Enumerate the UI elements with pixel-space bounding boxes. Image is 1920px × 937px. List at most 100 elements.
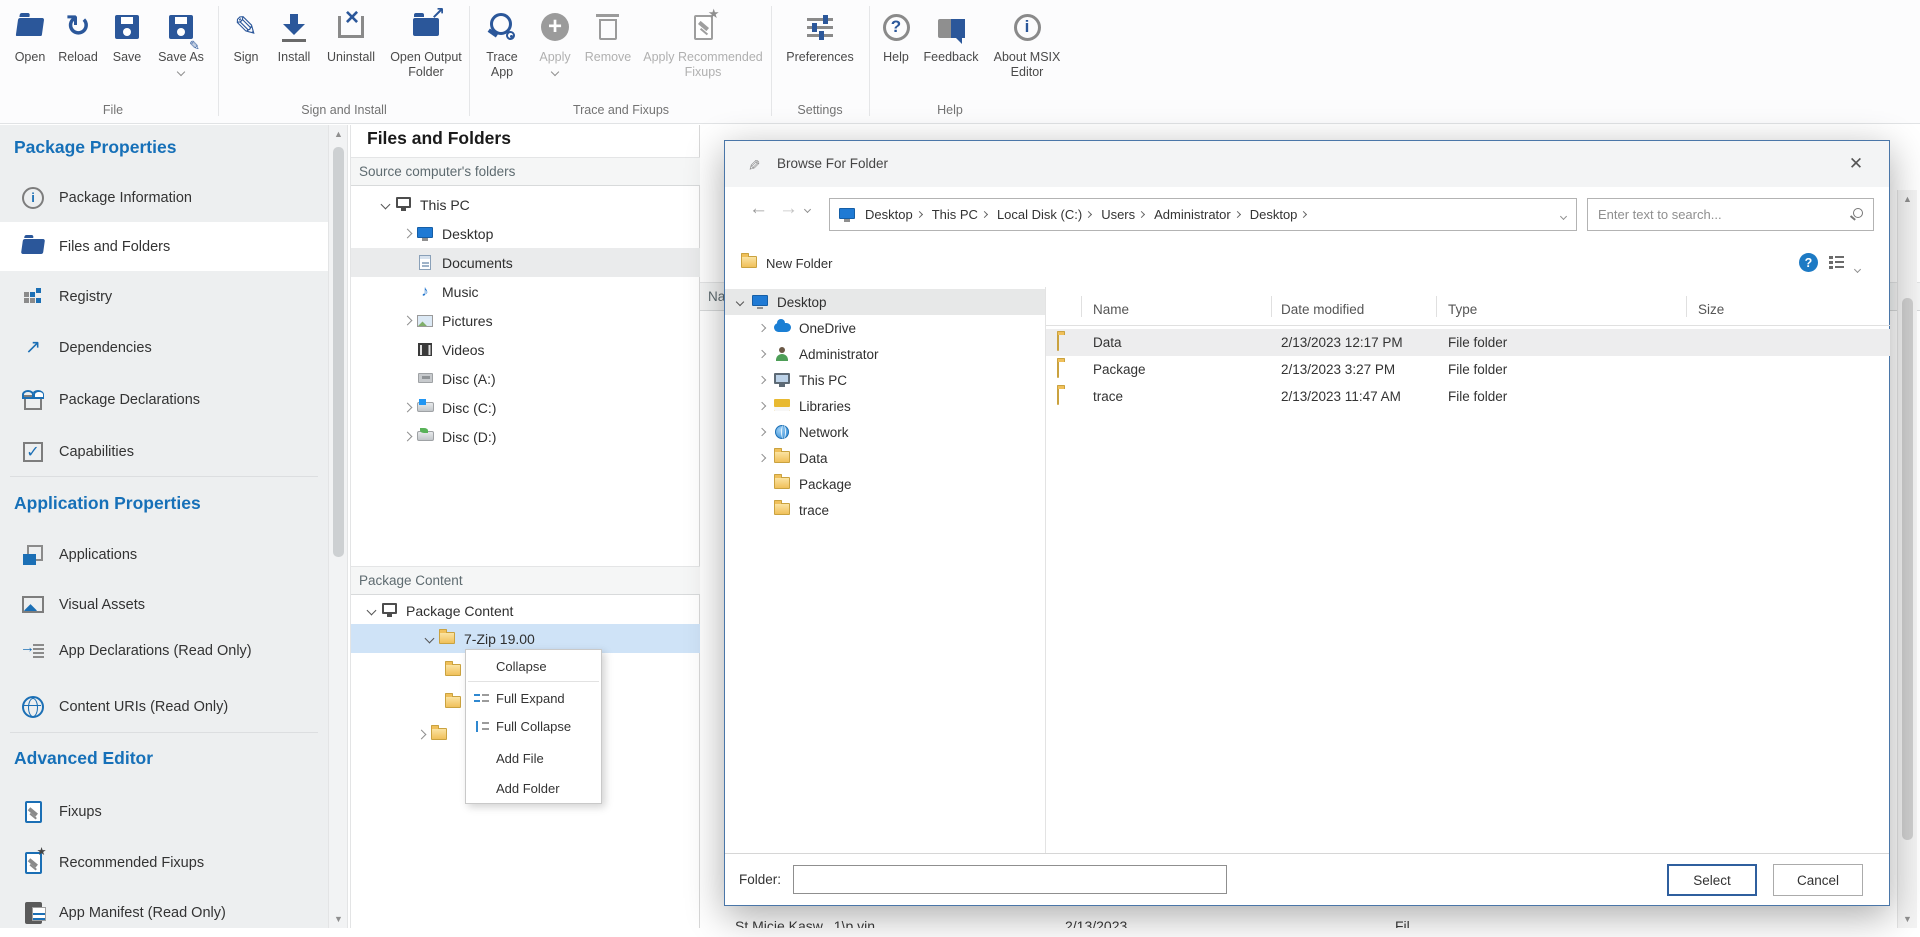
chevron-right-icon[interactable] (402, 229, 412, 239)
open-output-folder-button[interactable]: Open Output Folder (384, 4, 468, 100)
about-msix-editor-button[interactable]: i About MSIX Editor (984, 4, 1070, 100)
save-as-dropdown-icon[interactable] (177, 68, 185, 76)
forward-arrow-icon[interactable]: → (779, 187, 798, 231)
menu-item-full-collapse[interactable]: Full Collapse (466, 713, 601, 739)
dialog-tree-network[interactable]: Network (725, 419, 1045, 445)
apply-recommended-fixups-button[interactable]: ★ Apply Recommended Fixups (638, 4, 768, 100)
tree-item-videos[interactable]: Videos (351, 335, 700, 364)
breadcrumb-separator-icon[interactable] (916, 211, 923, 218)
dialog-tree-data[interactable]: Data (725, 445, 1045, 471)
folder-input[interactable] (793, 865, 1227, 894)
dialog-titlebar[interactable]: ✎ Browse For Folder ✕ (725, 141, 1889, 187)
menu-item-add-folder[interactable]: Add Folder (466, 775, 601, 801)
cancel-button[interactable]: Cancel (1773, 864, 1863, 896)
tree-item-disc-c[interactable]: Disc (C:) (351, 393, 700, 422)
apply-dropdown-icon[interactable] (551, 68, 559, 76)
scroll-up-icon[interactable]: ▲ (1903, 194, 1912, 204)
breadcrumb-desktop-leaf[interactable]: Desktop (1250, 207, 1298, 222)
chevron-down-icon[interactable] (366, 606, 376, 616)
feedback-button[interactable]: Feedback (920, 4, 982, 100)
uninstall-button[interactable]: Uninstall (320, 4, 382, 100)
breadcrumb-separator-icon[interactable] (981, 211, 988, 218)
reload-button[interactable]: ↻ Reload (54, 4, 102, 100)
sidebar-item-applications[interactable]: Applications (0, 530, 328, 579)
chevron-right-icon[interactable] (758, 324, 766, 332)
scrollbar-thumb[interactable] (333, 147, 344, 557)
help-button[interactable]: ? Help (874, 4, 918, 100)
breadcrumb-separator-icon[interactable] (1138, 211, 1145, 218)
menu-item-collapse[interactable]: Collapse (466, 653, 601, 679)
column-header-size[interactable]: Size (1698, 296, 1724, 324)
tree-item-documents[interactable]: Documents (351, 248, 700, 277)
scroll-up-icon[interactable]: ▲ (334, 129, 343, 139)
breadcrumb-this-pc[interactable]: This PC (932, 207, 978, 222)
column-divider[interactable] (1436, 296, 1437, 317)
sidebar-item-registry[interactable]: Registry (0, 272, 328, 321)
sidebar-item-app-manifest[interactable]: App Manifest (Read Only) (0, 888, 328, 937)
dialog-tree-this-pc[interactable]: This PC (725, 367, 1045, 393)
save-button[interactable]: Save (104, 4, 150, 100)
dialog-tree-libraries[interactable]: Libraries (725, 393, 1045, 419)
install-button[interactable]: Install (270, 4, 318, 100)
chevron-right-icon[interactable] (758, 402, 766, 410)
breadcrumb-users[interactable]: Users (1101, 207, 1135, 222)
chevron-down-icon[interactable] (736, 298, 744, 306)
main-window-scrollbar[interactable]: ▲ ▼ (1897, 190, 1917, 928)
close-icon[interactable]: ✕ (1841, 141, 1871, 187)
column-header-type[interactable]: Type (1448, 296, 1477, 324)
column-divider[interactable] (1686, 296, 1687, 317)
sidebar-item-recommended-fixups[interactable]: ★ Recommended Fixups (0, 838, 328, 887)
chevron-right-icon[interactable] (758, 376, 766, 384)
column-divider[interactable] (1081, 296, 1082, 317)
breadcrumb-local-disk-c[interactable]: Local Disk (C:) (997, 207, 1082, 222)
column-header-date-modified[interactable]: Date modified (1281, 296, 1364, 324)
sidebar-item-package-information[interactable]: i Package Information (0, 173, 328, 222)
scroll-down-icon[interactable]: ▼ (1903, 914, 1912, 924)
sidebar-item-app-declarations[interactable]: App Declarations (Read Only) (0, 626, 328, 675)
dialog-tree-trace[interactable]: trace (725, 497, 1045, 523)
chevron-right-icon[interactable] (416, 730, 426, 740)
breadcrumb-desktop[interactable]: Desktop (865, 207, 913, 222)
search-icon[interactable] (1849, 207, 1865, 223)
sign-button[interactable]: ✎ Sign (224, 4, 268, 100)
list-row-package[interactable]: Package 2/13/2023 3:27 PM File folder (1046, 356, 1890, 383)
sidebar-item-capabilities[interactable]: ✓ Capabilities (0, 427, 328, 476)
sidebar-item-files-and-folders[interactable]: Files and Folders (0, 222, 328, 271)
breadcrumb-separator-icon[interactable] (1234, 211, 1241, 218)
chevron-right-icon[interactable] (758, 350, 766, 358)
breadcrumb-administrator[interactable]: Administrator (1154, 207, 1231, 222)
address-breadcrumb-bar[interactable]: Desktop This PC Local Disk (C:) Users Ad… (829, 198, 1577, 231)
sidebar-scrollbar[interactable]: ▲ ▼ (328, 125, 348, 928)
dialog-tree-onedrive[interactable]: OneDrive (725, 315, 1045, 341)
remove-button[interactable]: Remove (582, 4, 634, 100)
tree-item-desktop[interactable]: Desktop (351, 219, 700, 248)
dialog-help-icon[interactable]: ? (1799, 253, 1818, 272)
view-mode-icon[interactable] (1829, 255, 1844, 270)
tree-item-disc-d[interactable]: Disc (D:) (351, 422, 700, 451)
column-divider[interactable] (1271, 296, 1272, 317)
dialog-tree-desktop[interactable]: Desktop (725, 289, 1045, 315)
breadcrumb-separator-icon[interactable] (1085, 211, 1092, 218)
preferences-button[interactable]: Preferences (779, 4, 861, 100)
new-folder-button[interactable]: New Folder (741, 245, 832, 281)
menu-item-add-file[interactable]: Add File (466, 745, 601, 771)
list-row-data[interactable]: Data 2/13/2023 12:17 PM File folder (1046, 329, 1890, 356)
chevron-right-icon[interactable] (402, 316, 412, 326)
select-button[interactable]: Select (1667, 864, 1757, 896)
chevron-right-icon[interactable] (402, 432, 412, 442)
tree-item-music[interactable]: ♪ Music (351, 277, 700, 306)
sidebar-item-package-declarations[interactable]: Package Declarations (0, 375, 328, 424)
trace-app-button[interactable]: Trace App (476, 4, 528, 100)
dialog-tree-package[interactable]: Package (725, 471, 1045, 497)
scrollbar-thumb[interactable] (1902, 298, 1913, 840)
menu-item-full-expand[interactable]: Full Expand (466, 685, 601, 711)
history-dropdown-icon[interactable] (805, 187, 810, 231)
chevron-right-icon[interactable] (758, 428, 766, 436)
tree-item-pictures[interactable]: Pictures (351, 306, 700, 335)
apply-button[interactable]: + Apply (532, 4, 578, 100)
tree-item-disc-a[interactable]: Disc (A:) (351, 364, 700, 393)
chevron-right-icon[interactable] (758, 454, 766, 462)
column-header-name[interactable]: Name (1093, 296, 1129, 324)
save-as-button[interactable]: ✎ Save As (150, 4, 212, 100)
sidebar-item-visual-assets[interactable]: Visual Assets (0, 580, 328, 629)
